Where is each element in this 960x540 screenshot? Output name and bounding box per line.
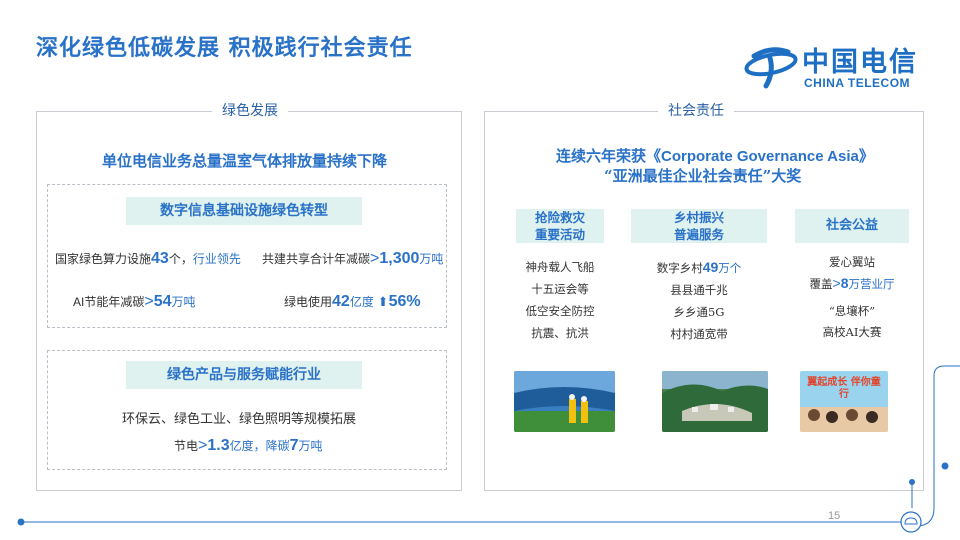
- infra-chip: 数字信息基础设施绿色转型: [126, 197, 362, 225]
- headline-text: 连续六年荣获《Corporate Governance Asia》: [556, 148, 874, 165]
- green-stat-shared: 共建共享合计年减碳>1,300万吨: [262, 250, 443, 268]
- list-item: 抗震、抗洪: [531, 326, 589, 340]
- chip-line: 普遍服务: [673, 227, 724, 242]
- social-headline-1: 连续六年荣获《Corporate Governance Asia》: [556, 145, 874, 166]
- green-stat-power: 绿电使用42亿度 ⬆56%: [284, 293, 421, 311]
- list-item: 村村通宽带: [670, 327, 728, 341]
- list-item: 高校AI大赛: [822, 325, 882, 339]
- footer-line-decoration: [17, 365, 960, 533]
- stat-percent: 56%: [388, 293, 421, 310]
- stat-gt: >: [144, 293, 154, 310]
- list-item: 低空安全防控: [525, 304, 595, 318]
- col1-chip: 抢险救灾 重要活动: [516, 209, 604, 243]
- col3-chip: 社会公益: [795, 209, 909, 243]
- chip-line: 重要活动: [534, 227, 585, 242]
- stat-number: 1,300: [379, 250, 420, 267]
- col2-items: 数字乡村49万个 县县通千兆 乡乡通5G 村村通宽带: [649, 256, 749, 345]
- list-item: 县县通千兆: [670, 283, 728, 297]
- stat-ai: AI: [73, 295, 85, 309]
- list-item: “息壤杯”: [828, 304, 876, 318]
- social-headline-2: “亚洲最佳企业社会责任”大奖: [604, 167, 802, 185]
- col2-chip: 乡村振兴 普遍服务: [631, 209, 767, 243]
- stat-unit: 万吨: [419, 252, 444, 266]
- stat-number: 43: [151, 250, 169, 267]
- stat-unit: 万吨: [171, 295, 196, 309]
- stat-number: 54: [153, 293, 172, 310]
- col1-items: 神舟载人飞船 十五运会等 低空安全防控 抗震、抗洪: [510, 256, 610, 344]
- list-item: 乡乡通5G: [673, 305, 725, 319]
- stat-text: 共建共享合计年减碳: [262, 252, 371, 266]
- list-item: 爱心翼站: [829, 255, 875, 269]
- chip-line: 乡村振兴: [673, 210, 724, 225]
- col3-items: 爱心翼站 覆盖>8万营业厅 “息壤杯” 高校AI大赛: [790, 252, 914, 343]
- slide-title: 深化绿色低碳发展 积极践行社会责任: [36, 35, 413, 61]
- green-development-label: 绿色发展: [212, 100, 288, 120]
- stat-tail: 行业领先: [192, 252, 241, 266]
- green-stat-compute: 国家绿色算力设施43个，行业领先: [55, 250, 241, 268]
- china-telecom-logo: 中国电信 CHINA TELECOM: [744, 40, 934, 92]
- china-telecom-logo-icon: [744, 47, 798, 89]
- social-responsibility-label: 社会责任: [658, 100, 734, 120]
- stat-unit: 个，: [168, 252, 193, 266]
- logo-text-en: CHINA TELECOM: [804, 76, 911, 90]
- stat-text: 国家绿色算力设施: [55, 252, 152, 266]
- green-stat-ai: AI节能年减碳>54万吨: [73, 293, 196, 311]
- stat-text: 绿电使用: [284, 295, 333, 309]
- list-item: 神舟载人飞船: [525, 260, 595, 274]
- stat-unit: 亿度: [349, 295, 374, 309]
- list-item: 数字乡村49万个: [656, 259, 742, 275]
- up-arrow-icon: ⬆: [377, 295, 389, 310]
- list-item: 十五运会等: [531, 282, 589, 296]
- chip-line: 抢险救灾: [534, 210, 585, 225]
- stat-text: 节能年减碳: [84, 295, 145, 309]
- logo-text-cn: 中国电信: [802, 47, 918, 78]
- stat-gt: >: [370, 250, 380, 267]
- stat-number: 42: [332, 293, 350, 310]
- list-item: 覆盖>8万营业厅: [809, 275, 895, 291]
- green-headline: 单位电信业务总量温室气体排放量持续下降: [102, 152, 388, 170]
- page-number: 15: [828, 510, 841, 522]
